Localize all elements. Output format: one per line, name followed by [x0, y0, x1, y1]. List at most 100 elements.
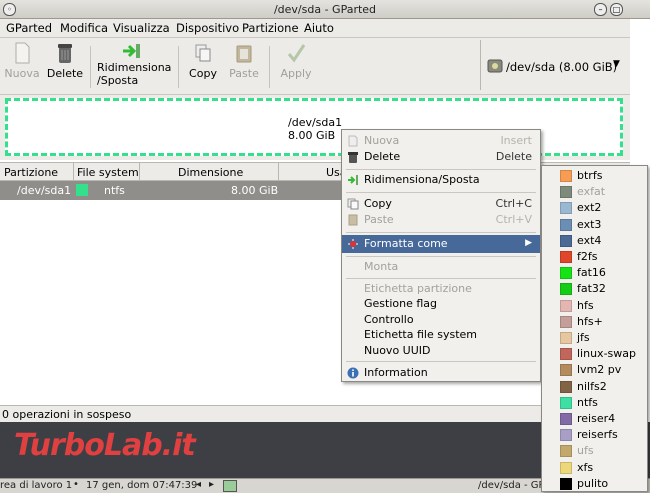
filesystem-color-swatch	[560, 299, 572, 312]
apply-button[interactable]: Apply	[278, 42, 314, 80]
menu-item-delete-label: Delete	[364, 150, 401, 163]
menu-item-manage-flags-label: Gestione flag	[364, 297, 438, 310]
filesystem-option[interactable]: ext3	[542, 217, 647, 233]
filesystem-option[interactable]: jfs	[542, 330, 647, 346]
menu-separator	[346, 361, 536, 362]
filesystem-option[interactable]: btrfs	[542, 168, 647, 184]
filesystem-option-label: hfs	[577, 298, 594, 312]
filesystem-option[interactable]: nilfs2	[542, 379, 647, 395]
column-header-partition[interactable]: Partizione	[4, 166, 58, 179]
column-divider	[278, 163, 279, 181]
filesystem-option-label: fat32	[577, 282, 606, 296]
clock: 17 gen, dom 07:47:39	[86, 480, 198, 491]
filesystem-option[interactable]: xfs	[542, 460, 647, 476]
menu-item-paste[interactable]: Paste Ctrl+V	[342, 211, 540, 229]
menu-item-copy-shortcut: Ctrl+C	[495, 197, 532, 210]
device-label: /dev/sda (8.00 GiB)	[506, 60, 618, 74]
menu-item-new-uuid-label: Nuovo UUID	[364, 344, 431, 357]
filesystem-option-label: ufs	[577, 444, 594, 458]
filesystem-option[interactable]: ntfs	[542, 395, 647, 411]
paste-icon	[348, 214, 358, 226]
filesystem-option[interactable]: ext4	[542, 233, 647, 249]
maximize-icon[interactable]: □	[610, 3, 623, 16]
menu-item-mount[interactable]: Monta	[342, 258, 540, 276]
hard-disk-icon	[487, 59, 503, 73]
arrow-right-icon[interactable]: ▸	[209, 479, 214, 490]
window-list-icon[interactable]	[223, 480, 237, 492]
menu-item-new-uuid[interactable]: Nuovo UUID	[342, 342, 540, 360]
filesystem-option[interactable]: pulito	[542, 476, 647, 492]
menu-visualizza[interactable]: Visualizza	[113, 21, 170, 35]
resize-move-button[interactable]: Ridimensiona /Sposta	[97, 42, 171, 87]
filesystem-color-swatch	[560, 251, 572, 263]
resize-label-line2: /Sposta	[97, 74, 139, 87]
menu-partizione[interactable]: Partizione	[242, 21, 299, 35]
filesystem-option[interactable]: reiserfs	[542, 427, 647, 443]
column-header-filesystem[interactable]: File system	[77, 166, 139, 179]
menu-separator	[346, 278, 536, 279]
copy-button[interactable]: Copy	[186, 42, 220, 80]
filesystem-option[interactable]: exfat	[542, 184, 647, 200]
menu-gparted[interactable]: GParted	[6, 21, 52, 35]
resize-label-line1: Ridimensiona	[97, 61, 172, 74]
trash-icon	[58, 44, 72, 63]
menu-item-paste-label: Paste	[364, 213, 394, 226]
filesystem-option[interactable]: reiser4	[542, 411, 647, 427]
new-button[interactable]: Nuova	[4, 42, 40, 80]
filesystem-option[interactable]: f2fs	[542, 249, 647, 265]
filesystem-option-label: pulito	[577, 476, 609, 490]
paste-button-label: Paste	[229, 67, 259, 80]
filesystem-option-label: exfat	[577, 185, 606, 199]
partition-graphic-size: 8.00 GiB	[288, 129, 336, 142]
filesystem-color-swatch	[560, 348, 572, 361]
checkmark-icon	[287, 44, 306, 63]
filesystem-option[interactable]: fat32	[542, 281, 647, 297]
menu-dispositivo[interactable]: Dispositivo	[176, 21, 239, 35]
filesystem-option[interactable]: linux-swap	[542, 346, 647, 362]
filesystem-option-label: nilfs2	[577, 379, 607, 393]
paste-icon	[236, 45, 252, 63]
menu-item-label-partition-label: Etichetta partizione	[364, 282, 472, 295]
filesystem-option-label: ext4	[577, 233, 602, 247]
pending-operations: 0 operazioni in sospeso	[2, 408, 132, 421]
column-header-size[interactable]: Dimensione	[178, 166, 243, 179]
workspace-label[interactable]: rea di lavoro 1	[0, 480, 72, 491]
filesystem-option[interactable]: fat16	[542, 265, 647, 281]
menu-item-copy-label: Copy	[364, 197, 392, 210]
toolbar-separator	[178, 46, 179, 88]
row-size: 8.00 GiB	[231, 184, 279, 197]
delete-button[interactable]: Delete	[46, 42, 84, 80]
taskbar-window[interactable]: /dev/sda - GP	[478, 480, 545, 491]
menu-item-format-as[interactable]: Formatta come ▶	[342, 235, 540, 253]
filesystem-option[interactable]: ext2	[542, 200, 647, 216]
info-icon	[347, 367, 359, 379]
menu-item-information[interactable]: Information	[342, 364, 540, 382]
filesystem-color-swatch	[560, 202, 572, 215]
delete-button-label: Delete	[46, 67, 84, 80]
filesystem-option[interactable]: hfs+	[542, 314, 647, 330]
filesystem-color-swatch	[560, 429, 572, 442]
copy-button-label: Copy	[189, 67, 217, 80]
menu-aiuto[interactable]: Aiuto	[304, 21, 334, 35]
menu-separator	[346, 192, 536, 193]
filesystem-color-swatch	[560, 461, 572, 474]
filesystem-option[interactable]: ufs	[542, 443, 647, 459]
filesystem-color-swatch	[560, 477, 572, 490]
filesystem-option-label: ntfs	[577, 395, 598, 409]
arrow-left-icon[interactable]: ◂	[196, 479, 201, 490]
menu-item-new-label: Nuova	[364, 134, 400, 147]
partition-graphic-name: /dev/sda1	[288, 116, 343, 129]
device-selector[interactable]: /dev/sda (8.00 GiB) ▼	[480, 40, 626, 90]
filesystem-color-swatch	[560, 218, 572, 231]
paste-button[interactable]: Paste	[227, 42, 261, 80]
menu-item-new-shortcut: Insert	[500, 134, 532, 147]
filesystem-option[interactable]: lvm2 pv	[542, 362, 647, 378]
partition-graphic-labels: /dev/sda1 8.00 GiB	[288, 116, 342, 142]
menu-modifica[interactable]: Modifica	[60, 21, 108, 35]
filesystem-color-swatch	[560, 364, 572, 377]
filesystem-option[interactable]: hfs	[542, 298, 647, 314]
minimize-icon[interactable]: –	[594, 3, 607, 16]
menu-item-delete[interactable]: Delete Delete	[342, 148, 540, 166]
menu-item-label-filesystem-label: Etichetta file system	[364, 328, 477, 341]
menu-item-resize-move[interactable]: Ridimensiona/Sposta	[342, 171, 540, 189]
